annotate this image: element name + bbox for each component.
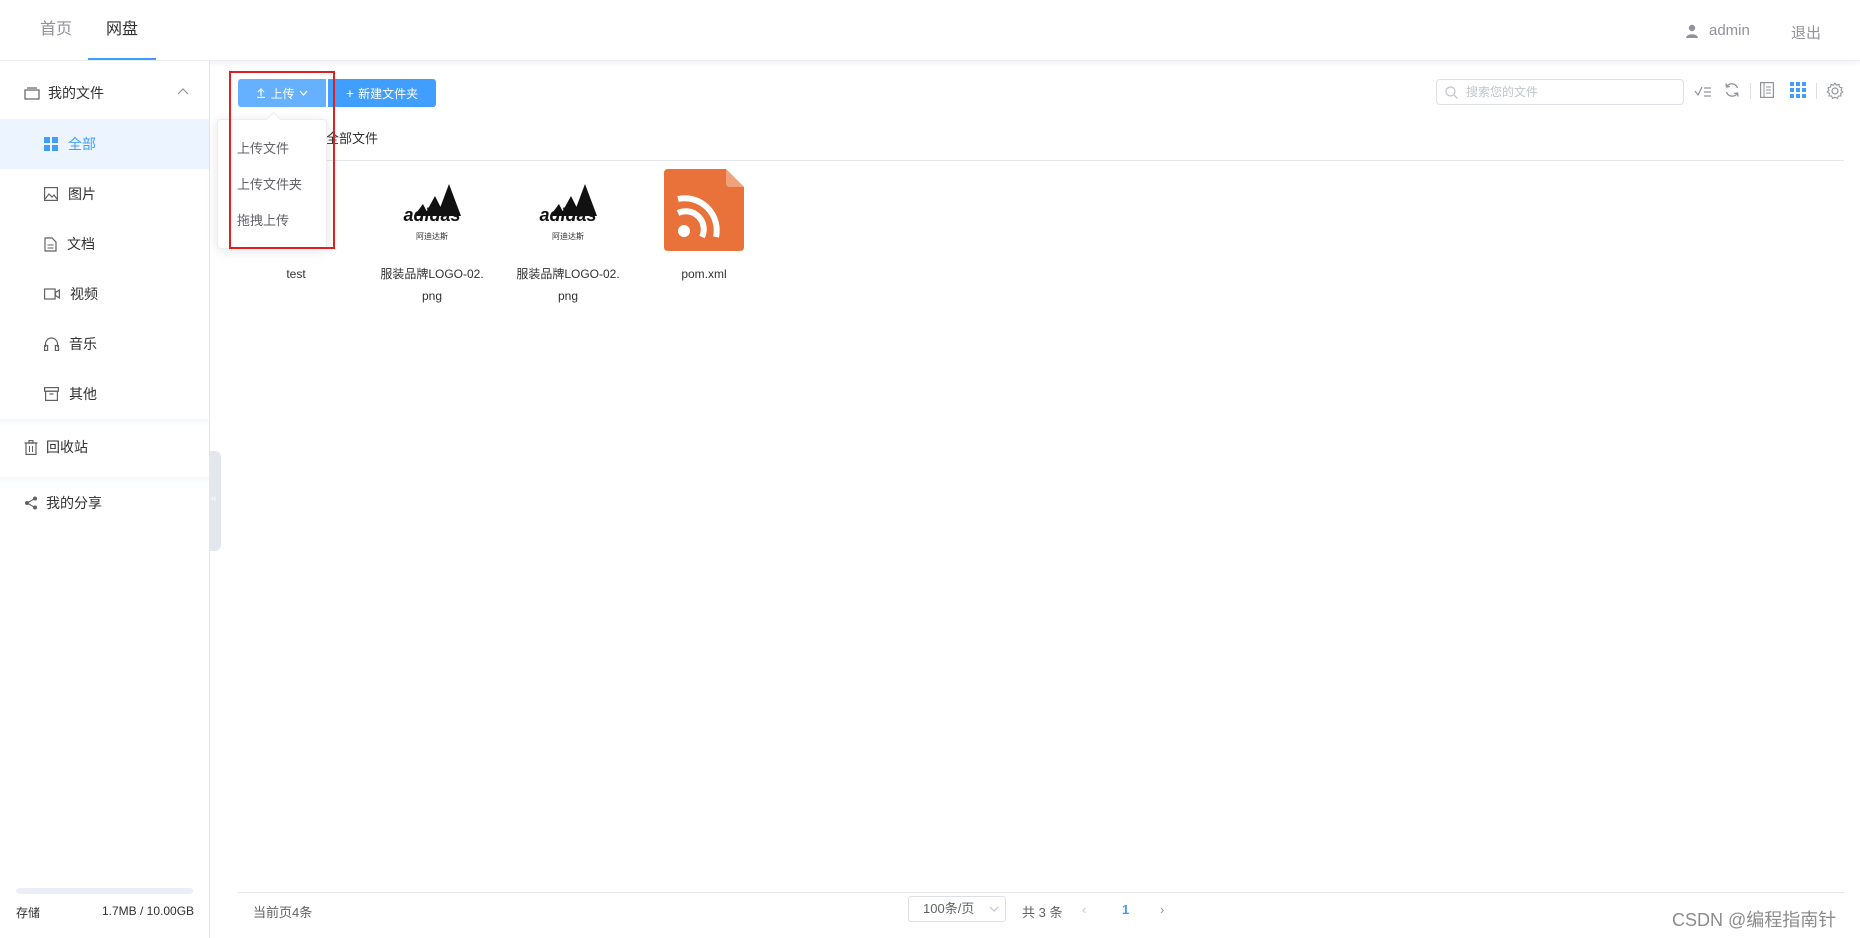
sidebar-item-label: 图片 [68,186,96,202]
sidebar-separator [0,419,209,427]
headphones-icon [44,337,59,351]
breadcrumb-divider [238,160,1844,161]
sidebar-item-other[interactable]: 其他 [0,369,209,419]
new-folder-label: 新建文件夹 [358,86,419,101]
sidebar-item-label: 文档 [67,236,95,252]
file-item-image[interactable]: adidas 阿迪达斯 服装品牌LOGO-02.png [510,168,626,307]
sidebar-item-videos[interactable]: 视频 [0,269,209,319]
logout-link[interactable]: 退出 [1791,22,1821,43]
nav-disk[interactable]: 网盘 [88,0,156,60]
sidebar: 我的文件 全部 图片 文档 视频 音乐 其他 回收站 我的分享 存储 1.7MB… [0,61,210,938]
batch-select-icon[interactable] [1694,82,1712,98]
user-menu[interactable]: admin [1685,22,1750,39]
settings-icon[interactable] [1826,82,1844,100]
refresh-icon[interactable] [1724,82,1740,98]
trash-icon [24,439,38,455]
adidas-logo-thumbnail: adidas 阿迪达斯 [510,168,626,252]
rss-file-icon [646,168,762,252]
file-item-image[interactable]: adidas 阿迪达斯 服装品牌LOGO-02.png [374,168,490,307]
plus-icon: + [345,85,355,101]
footer-divider [238,892,1844,893]
sidebar-item-music[interactable]: 音乐 [0,319,209,369]
search-icon [1445,85,1458,99]
chevron-up-icon[interactable] [177,87,189,95]
chevron-down-icon [989,906,999,912]
toolbar-divider [1816,83,1817,99]
logo-subtext: 阿迪达斯 [416,232,448,241]
page-size-select[interactable]: 100条/页 [908,896,1006,922]
grid-view-icon[interactable] [1790,82,1806,98]
adidas-logo-thumbnail: adidas 阿迪达斯 [374,168,490,252]
sidebar-item-label: 全部 [68,136,96,152]
search-box[interactable] [1436,79,1684,105]
logo-text: adidas [539,205,597,225]
file-name: pom.xml [681,267,727,281]
sidebar-item-share[interactable]: 我的分享 [0,483,209,523]
total-count: 共 3 条 [1022,905,1063,920]
sidebar-item-label: 音乐 [69,336,97,352]
new-folder-button[interactable]: + 新建文件夹 [328,79,436,107]
sidebar-item-recycle[interactable]: 回收站 [0,427,209,467]
nav-home[interactable]: 首页 [40,0,72,60]
toolbar-divider [1750,83,1751,99]
storage-value: 1.7MB / 10.00GB [102,904,195,918]
share-icon [25,496,37,510]
annotation-highlight-box [229,71,335,249]
search-input[interactable] [1464,84,1668,100]
current-page-count: 当前页4条 [253,905,313,920]
sidebar-group-my-files[interactable]: 我的文件 [0,73,209,113]
grid-icon [44,137,58,151]
sidebar-item-label: 其他 [69,386,97,402]
storage-label: 存储 [16,906,41,920]
sidebar-collapse-handle[interactable]: « [209,451,221,551]
prev-page-icon[interactable]: ‹ [1082,902,1086,917]
sidebar-item-label: 回收站 [46,439,88,455]
sidebar-group-label: 我的文件 [48,85,104,101]
archive-icon [44,387,59,401]
folder-stack-icon [24,87,40,100]
collapse-arrow-icon: « [211,493,217,504]
user-icon [1686,24,1698,38]
document-icon [44,236,57,252]
username: admin [1709,22,1750,39]
file-name: test [286,267,306,281]
list-view-icon[interactable] [1760,82,1774,98]
top-navbar: 首页 网盘 admin 退出 [0,0,1860,61]
image-icon [44,187,58,201]
file-name: 服装品牌LOGO-02.png [516,267,620,303]
file-item-xml[interactable]: pom.xml [646,168,762,285]
sidebar-item-label: 我的分享 [46,495,102,511]
video-icon [44,288,60,300]
next-page-icon[interactable]: › [1160,902,1164,917]
page-size-value: 100条/页 [923,901,975,916]
sidebar-item-label: 视频 [70,286,98,302]
sidebar-item-images[interactable]: 图片 [0,169,209,219]
watermark: CSDN @编程指南针 [1672,910,1837,930]
page-number-current[interactable]: 1 [1122,902,1129,917]
logo-text: adidas [403,205,461,225]
file-name: 服装品牌LOGO-02.png [380,267,484,303]
logo-subtext: 阿迪达斯 [552,232,584,241]
sidebar-item-all[interactable]: 全部 [0,119,209,169]
storage-progress-bar [16,888,193,894]
sidebar-item-documents[interactable]: 文档 [0,219,209,269]
